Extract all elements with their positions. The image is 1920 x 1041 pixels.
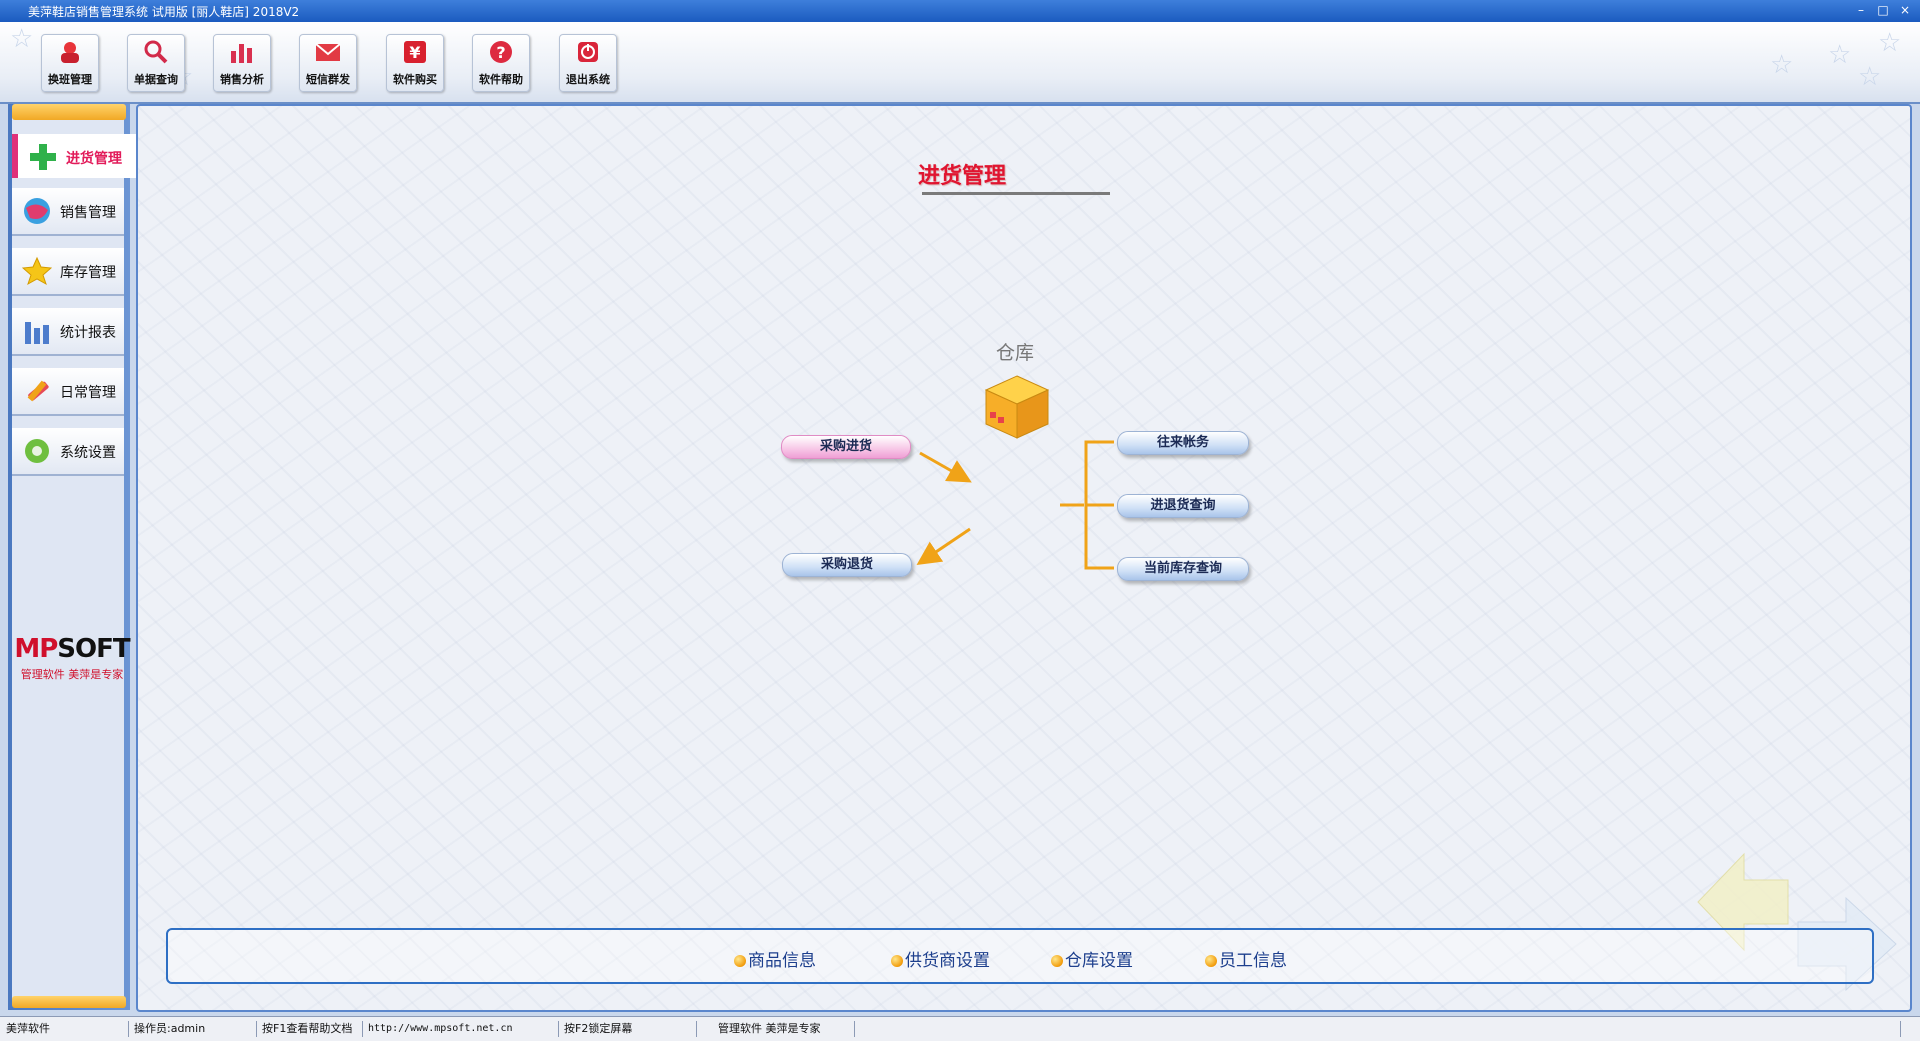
shortcut-product-info[interactable]: 商品信息: [734, 946, 816, 971]
status-lock-hint: 按F2锁定屏幕: [558, 1021, 697, 1037]
warehouse-label: 仓库: [996, 342, 1035, 364]
shortcut-label: 商品信息: [748, 951, 816, 971]
bracket-branches: [1084, 440, 1114, 570]
status-company: 美萍软件: [0, 1021, 129, 1037]
shortcut-label: 员工信息: [1219, 951, 1287, 971]
status-help-hint: 按F1查看帮助文档: [256, 1021, 363, 1037]
status-slogan: 管理软件 美萍是专家: [712, 1021, 855, 1037]
shortcut-label: 仓库设置: [1065, 951, 1133, 971]
arrow-into-warehouse: [919, 451, 972, 483]
warehouse-box-icon[interactable]: [982, 372, 1052, 442]
bullet-icon: [1051, 955, 1063, 967]
bullet-icon: [734, 955, 746, 967]
flow-connectors: [916, 440, 1114, 570]
status-empty: [854, 1021, 1901, 1037]
bullet-icon: [1205, 955, 1217, 967]
status-operator: 操作员:admin: [128, 1021, 257, 1037]
shortcut-employee-info[interactable]: 员工信息: [1205, 946, 1287, 971]
shortcut-supplier-settings[interactable]: 供货商设置: [891, 946, 990, 971]
purchase-return-link[interactable]: 采购退货: [782, 553, 912, 577]
purchase-return-query-link[interactable]: 进退货查询: [1117, 494, 1249, 518]
accounts-link[interactable]: 往来帐务: [1117, 431, 1249, 455]
purchase-inbound-link[interactable]: 采购进货: [781, 435, 911, 459]
current-stock-query-link[interactable]: 当前库存查询: [1117, 557, 1249, 581]
shortcut-bar: [166, 928, 1874, 984]
bullet-icon: [891, 955, 903, 967]
arrow-out-of-warehouse: [916, 527, 971, 566]
status-bar: 美萍软件 操作员:admin 按F1查看帮助文档 http://www.mpso…: [0, 1016, 1920, 1041]
status-website: http://www.mpsoft.net.cn: [362, 1021, 559, 1037]
shortcut-warehouse-settings[interactable]: 仓库设置: [1051, 946, 1133, 971]
shortcut-label: 供货商设置: [905, 951, 990, 971]
